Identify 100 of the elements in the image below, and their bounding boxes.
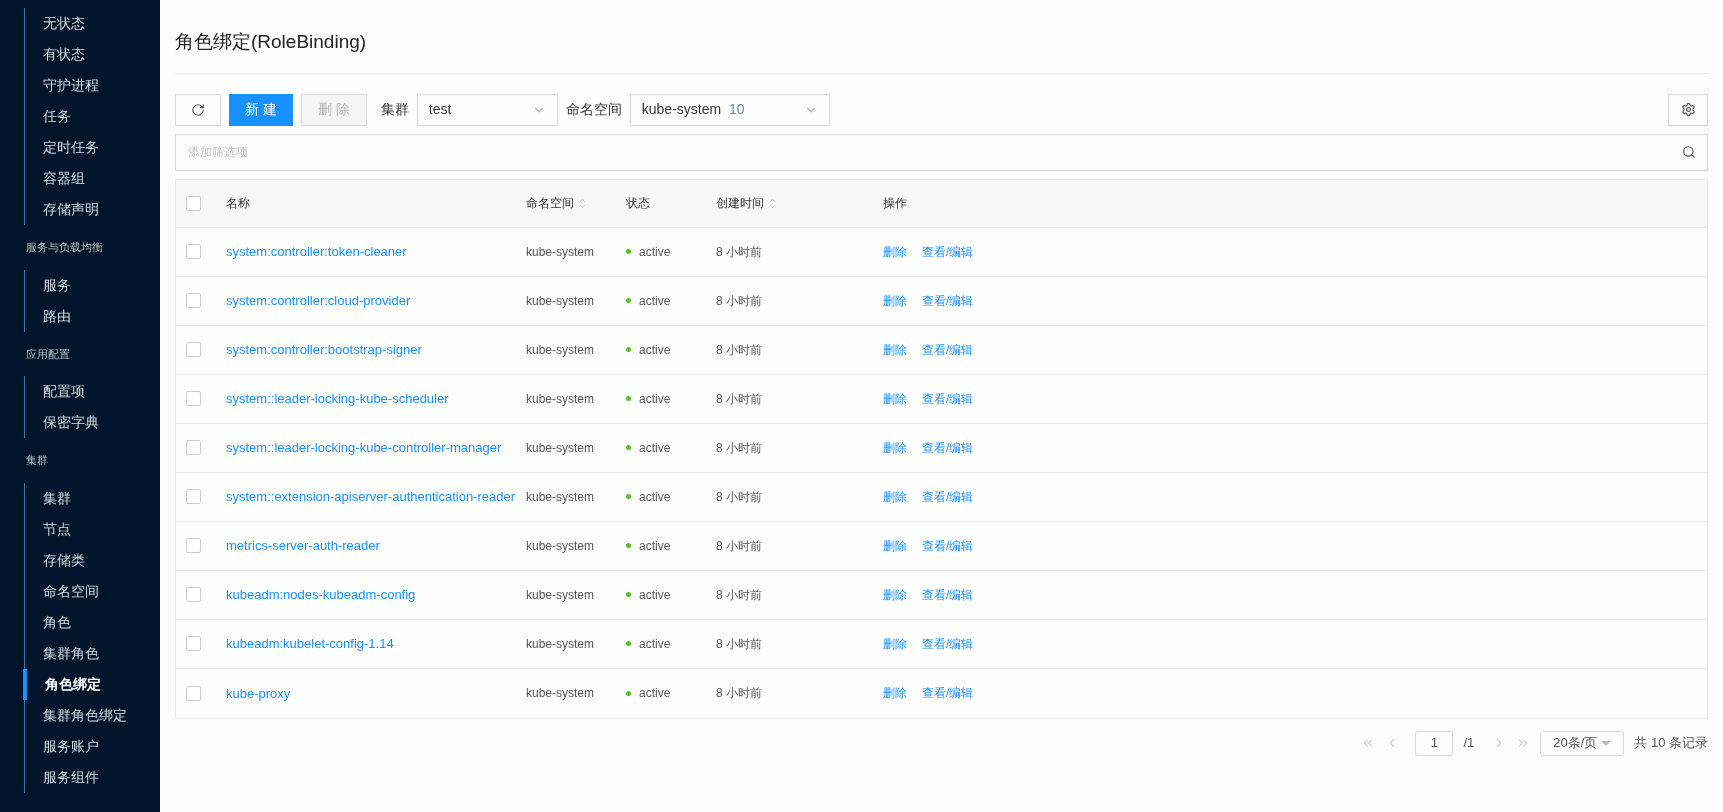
name-link[interactable]: system::extension-apiserver-authentication-reader — [226, 484, 526, 509]
row-checkbox[interactable] — [186, 685, 201, 701]
table-cell-text: kube-system — [526, 685, 596, 702]
name-link[interactable]: system::leader-locking-kube-controller-manager — [226, 435, 526, 460]
table-cell-text: kube-system — [526, 635, 596, 653]
new-button[interactable]: 新 建 — [229, 93, 293, 126]
action-link[interactable]: 查看/编辑 — [922, 684, 974, 702]
row-checkbox[interactable] — [186, 391, 201, 406]
row-checkbox[interactable] — [186, 342, 201, 357]
select-all-checkbox[interactable] — [186, 195, 201, 211]
page-input[interactable]: 1 — [1415, 730, 1454, 756]
table-cell-text: 8 小时前 — [716, 586, 763, 604]
table-cell-text: 8 小时前 — [716, 537, 763, 555]
row-checkbox[interactable] — [186, 489, 201, 504]
page-size-select[interactable]: 20条/页 — [1540, 730, 1625, 756]
action-link[interactable]: 删除 — [883, 438, 907, 457]
name-link[interactable]: metrics-server-auth-reader — [226, 533, 526, 558]
name-link[interactable]: kubeadm:kubelet-config-1.14 — [226, 631, 526, 656]
name-link[interactable]: kubeadm:nodes-kubeadm-config — [226, 582, 526, 607]
sidebar-section-heading: 服务与负载均衡 — [25, 240, 104, 255]
sidebar-item[interactable]: 定时任务 — [25, 132, 160, 163]
sidebar-item[interactable]: 服务组件 — [25, 761, 160, 793]
action-link[interactable]: 删除 — [883, 340, 907, 359]
name-link[interactable]: system:controller:bootstrap-signer — [226, 337, 526, 362]
action-link[interactable]: 查看/编辑 — [922, 340, 974, 359]
namespace-select[interactable]: kube-system 10 — [629, 93, 830, 126]
name-link[interactable]: system::leader-locking-kube-scheduler — [226, 386, 526, 411]
sidebar-item[interactable]: 集群角色 — [25, 637, 160, 669]
refresh-icon — [191, 102, 205, 117]
sidebar-item[interactable]: 任务 — [25, 101, 160, 132]
action-link[interactable]: 删除 — [883, 585, 907, 604]
sidebar-item[interactable]: 路由 — [25, 300, 160, 332]
action-link[interactable]: 查看/编辑 — [922, 438, 974, 457]
page-title: 角色绑定(RoleBinding) — [175, 28, 1708, 74]
sidebar-item[interactable]: 无状态 — [25, 8, 160, 39]
status-text: active — [639, 390, 671, 408]
status-text: active — [639, 685, 671, 702]
action-link[interactable]: 查看/编辑 — [922, 242, 974, 261]
filter-field[interactable]: 添加筛选项 — [175, 133, 1708, 171]
sidebar-item[interactable]: 有状态 — [25, 39, 160, 70]
row-checkbox[interactable] — [186, 293, 201, 308]
column-header: 状态 — [625, 195, 651, 212]
action-link[interactable]: 查看/编辑 — [922, 389, 974, 408]
row-checkbox[interactable] — [186, 587, 201, 602]
table-cell-text: kube-system — [526, 439, 596, 457]
action-link[interactable]: 查看/编辑 — [922, 291, 974, 310]
row-checkbox[interactable] — [186, 244, 201, 259]
table-cell-text: kube-system — [526, 537, 596, 555]
sidebar-item[interactable]: 容器组 — [25, 163, 160, 194]
row-checkbox[interactable] — [186, 636, 201, 651]
action-link[interactable]: 删除 — [883, 389, 907, 408]
table-cell-text: 8 小时前 — [716, 439, 763, 457]
sidebar-item[interactable]: 存储类 — [25, 544, 160, 576]
sidebar-item[interactable]: 服务 — [25, 269, 160, 301]
sidebar-item[interactable]: 命名空间 — [25, 575, 160, 607]
sidebar-item[interactable]: 服务账户 — [25, 730, 160, 762]
action-link[interactable]: 查看/编辑 — [922, 585, 974, 604]
name-link[interactable]: system:controller:token-cleaner — [226, 239, 526, 264]
sidebar-section-heading: 应用配置 — [25, 346, 71, 362]
status-text: active — [639, 537, 671, 555]
action-link[interactable]: 删除 — [883, 634, 907, 653]
table-cell-text: 8 小时前 — [716, 390, 763, 408]
action-link[interactable]: 查看/编辑 — [922, 536, 974, 555]
row-checkbox[interactable] — [186, 440, 201, 455]
table-cell-text: kube-system — [526, 390, 596, 408]
sidebar-item[interactable]: 集群 — [25, 482, 160, 514]
row-checkbox[interactable] — [186, 538, 201, 553]
action-link[interactable]: 查看/编辑 — [922, 634, 974, 653]
sidebar-item[interactable]: 存储声明 — [25, 194, 160, 225]
status-text: active — [639, 292, 671, 310]
action-link[interactable]: 删除 — [883, 684, 907, 702]
table-cell-text: kube-system — [526, 292, 596, 310]
sidebar-item[interactable]: 守护进程 — [25, 70, 160, 101]
column-header[interactable]: 命名空间 — [526, 194, 616, 212]
table-cell-text: kube-system — [526, 243, 596, 261]
sidebar-item[interactable]: 节点 — [25, 513, 160, 545]
total-pages: /1 — [1463, 734, 1475, 753]
cluster-select[interactable]: test — [416, 93, 558, 126]
action-link[interactable]: 删除 — [883, 291, 907, 310]
action-link[interactable]: 删除 — [883, 487, 907, 506]
column-header[interactable]: 创建时间 — [716, 194, 883, 212]
table-cell-text: 8 小时前 — [716, 292, 763, 310]
search-icon — [1682, 144, 1696, 159]
sidebar-item[interactable]: 角色 — [25, 606, 160, 638]
refresh-button[interactable] — [175, 93, 221, 126]
total-records: 共 10 条记录 — [1634, 734, 1708, 753]
table-cell-text: 8 小时前 — [716, 341, 763, 359]
action-link[interactable]: 查看/编辑 — [922, 487, 974, 506]
name-link[interactable]: kube-proxy — [226, 680, 526, 706]
status-text: active — [639, 635, 671, 653]
status-text: active — [639, 243, 671, 261]
sidebar-item[interactable]: 保密字典 — [25, 407, 160, 438]
table-cell-text: 8 小时前 — [716, 685, 763, 702]
sidebar-item[interactable]: 集群角色绑定 — [25, 699, 160, 731]
action-link[interactable]: 删除 — [883, 536, 907, 555]
action-link[interactable]: 删除 — [883, 242, 907, 261]
settings-button[interactable] — [1668, 93, 1708, 126]
sidebar-item[interactable]: 配置项 — [25, 376, 160, 407]
sidebar-section-heading: 集群 — [25, 453, 49, 468]
name-link[interactable]: system:controller:cloud-provider — [226, 288, 526, 313]
